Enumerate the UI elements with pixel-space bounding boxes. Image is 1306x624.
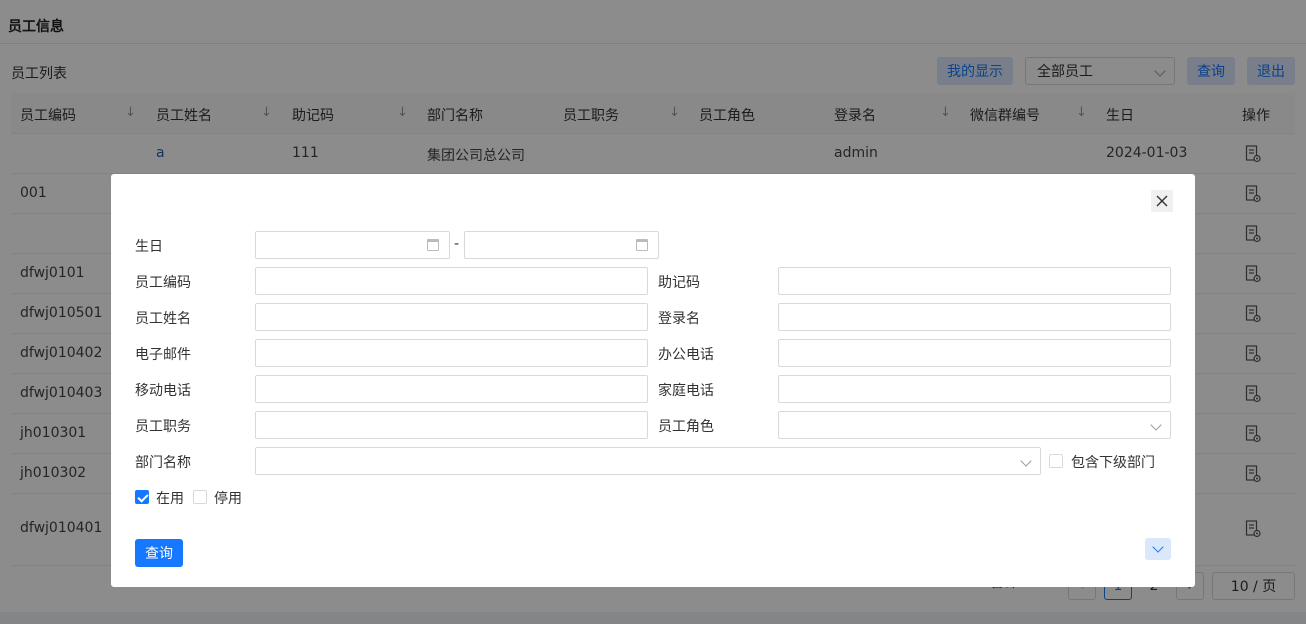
employee-code-input[interactable] <box>255 267 648 295</box>
home-phone-input[interactable] <box>778 375 1171 403</box>
calendar-icon <box>636 239 648 251</box>
mobile-phone-input[interactable] <box>255 375 648 403</box>
include-sub-dept-checkbox[interactable] <box>1049 454 1063 468</box>
role-label: 员工角色 <box>658 419 714 435</box>
login-name-input[interactable] <box>778 303 1171 331</box>
office-phone-input[interactable] <box>778 339 1171 367</box>
employee-code-label: 员工编码 <box>135 275 191 291</box>
birthday-label: 生日 <box>135 239 163 255</box>
chevron-down-icon <box>1152 541 1164 553</box>
disabled-label[interactable]: 停用 <box>214 488 242 508</box>
expand-button[interactable] <box>1145 538 1171 560</box>
home-phone-label: 家庭电话 <box>658 383 714 399</box>
chevron-down-icon <box>1150 419 1162 431</box>
disabled-checkbox[interactable] <box>193 490 207 504</box>
department-select[interactable] <box>255 447 1041 475</box>
birthday-start-input[interactable] <box>255 231 450 259</box>
date-separator: - <box>454 236 460 252</box>
email-input[interactable] <box>255 339 648 367</box>
mnemonic-label: 助记码 <box>658 275 700 291</box>
mnemonic-input[interactable] <box>778 267 1171 295</box>
calendar-icon <box>427 239 439 251</box>
position-label: 员工职务 <box>135 419 191 435</box>
position-input[interactable] <box>255 411 648 439</box>
employee-name-input[interactable] <box>255 303 648 331</box>
include-sub-dept-label[interactable]: 包含下级部门 <box>1071 452 1155 472</box>
close-button[interactable] <box>1151 190 1173 212</box>
role-select[interactable] <box>778 411 1171 439</box>
employee-name-label: 员工姓名 <box>135 311 191 327</box>
active-label[interactable]: 在用 <box>156 488 184 508</box>
chevron-down-icon <box>1020 455 1032 467</box>
login-name-label: 登录名 <box>658 311 700 327</box>
office-phone-label: 办公电话 <box>658 347 714 363</box>
email-label: 电子邮件 <box>135 347 191 363</box>
birthday-end-input[interactable] <box>464 231 659 259</box>
close-icon <box>1156 195 1168 207</box>
modal-query-button[interactable]: 查询 <box>135 539 183 567</box>
department-label: 部门名称 <box>135 455 191 471</box>
search-modal: 生日 - 员工编码 助记码 员工姓名 登录名 电子邮件 办公电话 移动电话 家庭… <box>111 174 1195 587</box>
active-checkbox[interactable] <box>135 490 149 504</box>
mobile-phone-label: 移动电话 <box>135 383 191 399</box>
